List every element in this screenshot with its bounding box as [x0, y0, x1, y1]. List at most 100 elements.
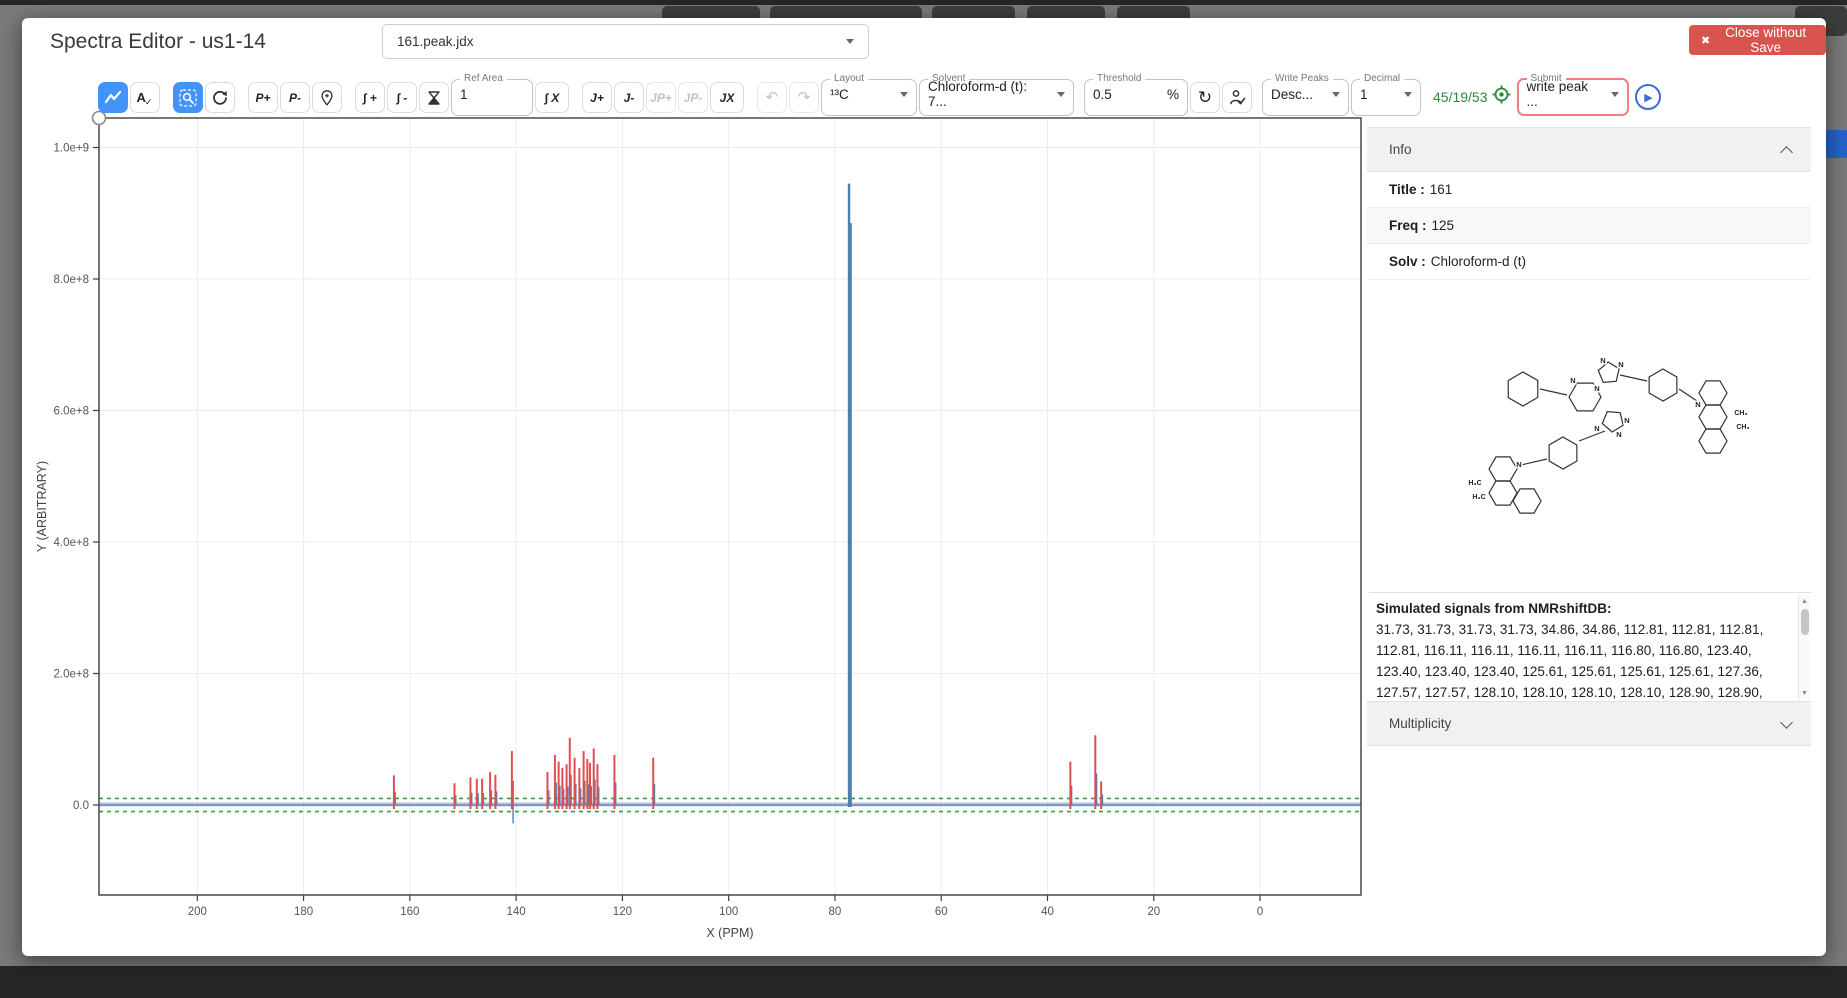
- svg-text:CH₃: CH₃: [1736, 424, 1749, 431]
- zoom-select-button[interactable]: [173, 82, 203, 113]
- recalculate-button[interactable]: ↻: [1190, 82, 1220, 113]
- caret-down-icon: [1057, 92, 1065, 97]
- scrollbar-thumb[interactable]: [1801, 609, 1809, 635]
- ref-area-label: Ref Area: [460, 74, 507, 84]
- peak-pick-pin-button[interactable]: [312, 82, 342, 113]
- peak-add-button[interactable]: P+: [248, 82, 278, 113]
- peak-remove-button[interactable]: P-: [280, 82, 310, 113]
- toolbar: A✓ P+ P- ∫ + ∫: [98, 66, 1814, 116]
- svg-text:H₃C: H₃C: [1472, 494, 1485, 501]
- target-icon: [1492, 85, 1511, 104]
- svg-text:1.0e+9: 1.0e+9: [54, 143, 90, 155]
- svg-text:20: 20: [1147, 906, 1160, 918]
- jp-remove-button[interactable]: JP-: [678, 82, 708, 113]
- threshold-field: Threshold %: [1084, 74, 1188, 116]
- baseline-hourglass-button[interactable]: [419, 82, 449, 113]
- svg-text:N: N: [1624, 416, 1629, 425]
- svg-text:160: 160: [400, 906, 419, 918]
- signals-heading: Simulated signals from NMRshiftDB:: [1376, 598, 1789, 619]
- close-without-save-button[interactable]: ✖ Close without Save: [1689, 25, 1826, 55]
- auto-assign-check-button[interactable]: [1222, 82, 1252, 113]
- molecule-structure: NNNNNNNNCH₃CH₃NH₃CH₃C: [1445, 335, 1765, 515]
- info-freq-label: Freq :: [1389, 218, 1427, 233]
- svg-text:CH₃: CH₃: [1734, 410, 1747, 417]
- close-icon: ✖: [1701, 34, 1710, 47]
- j-remove-button[interactable]: J-: [614, 82, 644, 113]
- threshold-input[interactable]: [1093, 87, 1145, 102]
- signals-text: 31.73, 31.73, 31.73, 31.73, 34.86, 34.86…: [1376, 619, 1789, 701]
- svg-text:180: 180: [294, 906, 313, 918]
- file-select[interactable]: 161.peak.jdx: [382, 24, 869, 59]
- decimal-select[interactable]: Decimal 1: [1351, 74, 1421, 116]
- auto-assignment-button[interactable]: A✓: [130, 82, 160, 113]
- line-tool-button[interactable]: [98, 82, 128, 113]
- j-add-button[interactable]: J+: [582, 82, 612, 113]
- submit-run-button[interactable]: ▶: [1635, 84, 1661, 110]
- integral-clear-button[interactable]: ∫ X: [535, 82, 569, 113]
- zigzag-line-icon: [104, 89, 122, 107]
- svg-text:N: N: [1516, 460, 1521, 469]
- info-row-freq: Freq : 125: [1367, 208, 1811, 244]
- layout-select[interactable]: Layout ¹³C: [821, 74, 917, 116]
- solvent-select[interactable]: Solvent Chloroform-d (t): 7...: [919, 74, 1074, 116]
- peak-counter: 45/19/53: [1433, 89, 1488, 105]
- multiplicity-section-header[interactable]: Multiplicity: [1367, 701, 1811, 746]
- simulated-signals-panel[interactable]: Simulated signals from NMRshiftDB: 31.73…: [1369, 592, 1811, 701]
- info-row-solv: Solv : Chloroform-d (t): [1367, 244, 1811, 280]
- info-title-label: Title :: [1389, 182, 1425, 197]
- scroll-down-icon[interactable]: ▼: [1801, 687, 1808, 699]
- svg-text:N: N: [1570, 376, 1575, 385]
- svg-text:120: 120: [613, 906, 632, 918]
- jp-add-button[interactable]: JP+: [646, 82, 676, 113]
- a-check-icon: A✓: [137, 90, 154, 105]
- location-pin-icon: [318, 89, 336, 107]
- reset-zoom-button[interactable]: [205, 82, 235, 113]
- refresh-icon: ↻: [1198, 89, 1212, 106]
- background-bottom-bar: [0, 966, 1847, 998]
- svg-text:200: 200: [188, 906, 207, 918]
- caret-down-icon: [1404, 92, 1412, 97]
- svg-text:6.0e+8: 6.0e+8: [54, 406, 90, 418]
- svg-text:8.0e+8: 8.0e+8: [54, 274, 90, 286]
- chevron-up-icon: [1780, 146, 1793, 159]
- svg-text:60: 60: [935, 906, 948, 918]
- caret-down-icon: [1611, 92, 1619, 97]
- decimal-label: Decimal: [1360, 74, 1404, 84]
- info-title-value: 161: [1430, 182, 1453, 197]
- svg-text:0.0: 0.0: [73, 800, 89, 812]
- ref-area-input[interactable]: [460, 87, 524, 102]
- layout-value: ¹³C: [830, 87, 849, 102]
- svg-text:140: 140: [507, 906, 526, 918]
- submit-select[interactable]: Submit write peak ...: [1517, 74, 1629, 116]
- chevron-down-icon: [1780, 716, 1793, 729]
- scroll-up-icon[interactable]: ▲: [1801, 595, 1808, 607]
- jx-button[interactable]: JX: [710, 82, 744, 113]
- svg-text:N: N: [1594, 384, 1599, 393]
- caret-down-icon: [900, 92, 908, 97]
- info-row-title: Title : 161: [1367, 172, 1811, 208]
- hourglass-icon: [426, 90, 442, 106]
- caret-down-icon: [1332, 92, 1340, 97]
- svg-text:N: N: [1594, 424, 1599, 433]
- info-solv-label: Solv :: [1389, 254, 1426, 269]
- decimal-value: 1: [1360, 87, 1368, 102]
- integral-add-button[interactable]: ∫ +: [355, 82, 385, 113]
- target-button[interactable]: [1492, 85, 1511, 107]
- undo-icon: ↶: [766, 90, 779, 105]
- svg-text:100: 100: [719, 906, 738, 918]
- redo-button[interactable]: ↷: [789, 82, 819, 113]
- threshold-unit: %: [1167, 87, 1179, 102]
- integral-remove-button[interactable]: ∫ -: [387, 82, 417, 113]
- redo-icon: ↷: [798, 90, 811, 105]
- svg-text:N: N: [1618, 360, 1623, 369]
- info-freq-value: 125: [1432, 218, 1455, 233]
- scrollbar[interactable]: ▲ ▼: [1798, 595, 1810, 699]
- ref-area-field: Ref Area: [451, 74, 533, 116]
- caret-down-icon: [846, 39, 854, 44]
- write-peaks-label: Write Peaks: [1271, 74, 1333, 84]
- layout-label: Layout: [830, 74, 868, 84]
- info-section-header[interactable]: Info: [1367, 127, 1811, 172]
- write-peaks-select[interactable]: Write Peaks Desc...: [1262, 74, 1349, 116]
- svg-text:Y (ARBITRARY): Y (ARBITRARY): [35, 461, 49, 552]
- undo-button[interactable]: ↶: [757, 82, 787, 113]
